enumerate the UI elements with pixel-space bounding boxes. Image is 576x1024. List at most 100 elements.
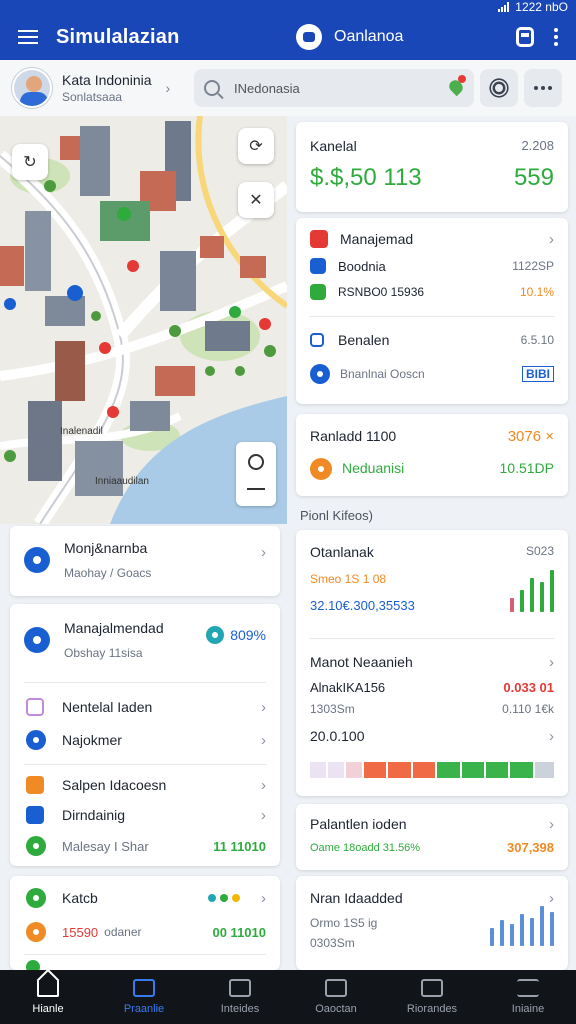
right-card-analytics[interactable]: Otanlanak S023 Smeo 1S 1 08 32.10€.300,3… (296, 530, 568, 796)
city-map[interactable]: Inalenadil Inniaaudilan ↻ ⟳ ✕ (0, 116, 287, 524)
drop-logo-icon (296, 24, 322, 50)
nav-records[interactable]: Riorandes (384, 970, 480, 1024)
info-icon (24, 627, 50, 653)
row-value: 10.1% (519, 285, 554, 299)
list-item[interactable]: Najokmer › (10, 730, 280, 750)
card-subtitle: Obshay 11sisa (64, 646, 143, 660)
nav-interests[interactable]: Inteides (192, 970, 288, 1024)
row-value: 1122SP (512, 259, 554, 273)
navigation-icon: ↻ (23, 154, 37, 171)
nav-label: Praanlie (123, 1003, 165, 1015)
profile[interactable]: Kata Indoninia Sonlatsaaa › (0, 68, 190, 108)
tools-button[interactable]: ✕ (238, 182, 274, 218)
refresh-button[interactable]: ⟳ (238, 128, 274, 164)
brightness-icon[interactable] (248, 454, 264, 470)
list-item[interactable]: Malesay I Shar 11 11010 (10, 836, 280, 856)
app-center[interactable]: Oanlanoa (296, 24, 476, 50)
status-dots (208, 894, 240, 902)
more-button[interactable] (524, 69, 562, 107)
notification-dot-icon (458, 75, 466, 83)
card-value: 3076 × (507, 428, 554, 445)
chevron-right-icon: › (261, 544, 266, 561)
nav-label: Riorandes (406, 1003, 458, 1015)
gear-badge-icon (24, 547, 50, 573)
menu-icon (517, 979, 539, 997)
chevron-right-icon: › (261, 776, 266, 794)
section-value: 6.5.10 (520, 333, 554, 347)
card-title: Katcb (62, 890, 98, 906)
list-item[interactable]: Bnanlnai Ooscn BIBI (296, 364, 568, 384)
item-value: 00 11010 (212, 924, 266, 940)
bus-icon[interactable] (516, 27, 534, 47)
chevron-right-icon: › (549, 654, 554, 671)
right-card-management[interactable]: Manajemad › Boodnia 1122SP RSNBO0 15936 … (296, 218, 568, 404)
left-card-3[interactable]: Katcb › 15590 odaner 00 11010 (10, 876, 280, 974)
document-icon (26, 806, 44, 824)
home-icon (37, 979, 59, 997)
right-card-summary[interactable]: Ranladd 1100 3076 × Neduanisi 10.51DP (296, 414, 568, 496)
chevron-right-icon: › (261, 806, 266, 824)
list-item[interactable]: Dirndainig › (10, 806, 280, 824)
zoom-out-icon[interactable] (247, 488, 265, 490)
chevron-right-icon: › (261, 698, 266, 716)
app-center-label: Oanlanoa (334, 28, 404, 45)
search-input[interactable] (234, 80, 434, 96)
nav-home[interactable]: Hianle (0, 970, 96, 1024)
card-line-2: 0303Sm (310, 936, 355, 950)
settings-button[interactable] (480, 69, 518, 107)
chart-icon (310, 284, 326, 300)
nav-menu[interactable]: Iniaine (480, 970, 576, 1024)
footer-label: Bnanlnai Ooscn (340, 367, 425, 381)
card-title: Manajalmendad (64, 620, 164, 636)
item-prefix: 15590 (62, 924, 99, 940)
list-item-label: Malesay I Shar (62, 838, 149, 854)
box-icon (325, 979, 347, 997)
card-subtitle: Manot Neaanieh (310, 654, 413, 670)
card-line-3: AlnakIKA156 (310, 680, 386, 695)
chevron-right-icon: › (549, 890, 554, 907)
list-item-label: Nentelal Iaden (62, 699, 153, 715)
card-sub-value: 10.51DP (499, 460, 554, 476)
card-corner-value: S023 (525, 544, 554, 558)
profile-name: Kata Indoninia (62, 72, 152, 88)
more-vert-icon[interactable] (554, 35, 558, 39)
locate-button[interactable]: ↻ (12, 144, 48, 180)
right-card-report[interactable]: Palantlen ioden › Oame 18oadd 31.56% 307… (296, 804, 568, 870)
bottom-nav: Hianle Praanlie Inteides Oaoctan Riorand… (0, 970, 576, 1024)
tools-icon: ✕ (249, 192, 263, 209)
zoom-control[interactable] (236, 442, 276, 506)
card-sub-label: Neduanisi (342, 460, 405, 476)
list-item[interactable]: Manajemad › (296, 230, 568, 248)
list-item-label: Najokmer (62, 732, 122, 748)
card-title: Manajemad (340, 231, 414, 247)
top-row: Kata Indoninia Sonlatsaaa › (0, 60, 576, 116)
nav-label: Iniaine (511, 1003, 545, 1015)
right-card-balance[interactable]: Kanelal 2.208 $.$,50 113 559 (296, 122, 568, 212)
left-card-2[interactable]: Manajalmendad Obshay 11sisa 809% Nentela… (10, 604, 280, 866)
list-item: Boodnia 1122SP (296, 258, 568, 274)
search-bar[interactable] (194, 69, 474, 107)
list-item[interactable]: Benalen 6.5.10 (296, 332, 568, 348)
card-title: Monj&narnba (64, 540, 148, 556)
app-bar: Simulalazian Oanlanoa (0, 14, 576, 60)
list-item-value: 11 11010 (213, 838, 266, 854)
list-item[interactable]: Nentelal Iaden › (10, 698, 280, 716)
card-title: Otanlanak (310, 544, 374, 560)
card-small-value: 2.208 (521, 138, 554, 153)
right-card-trend[interactable]: Nran Idaadded › Ormo 1S5 ig 0303Sm (296, 876, 568, 970)
checkbox-icon (310, 333, 324, 347)
recycle-icon (26, 888, 46, 908)
refresh-icon: ⟳ (249, 138, 263, 155)
search-icon (204, 80, 220, 96)
nav-actions[interactable]: Oaoctan (288, 970, 384, 1024)
chevron-right-icon: › (549, 230, 554, 248)
list-item[interactable]: Salpen Idacoesn › (10, 776, 280, 794)
app-title: Simulalazian (56, 25, 180, 48)
checkbox-icon (26, 698, 44, 716)
signal-icon (498, 2, 510, 12)
left-card-1[interactable]: Monj&narnba Maohay / Goacs › (10, 526, 280, 596)
menu-button[interactable] (0, 14, 56, 60)
nav-profile[interactable]: Praanlie (96, 970, 192, 1024)
section-title: Pionl Kifeos) (300, 508, 373, 523)
card-line-4: 1303Sm (310, 702, 355, 716)
